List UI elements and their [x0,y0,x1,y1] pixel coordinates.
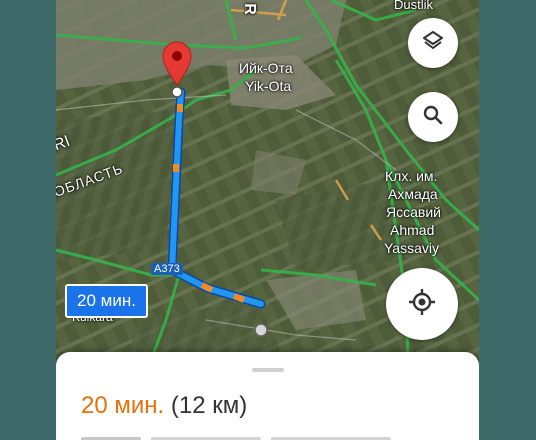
route-start-dot [171,86,183,98]
route-end-dot [254,323,268,337]
map-label-kolkhoz-line4: Ahmad [390,222,435,238]
map-label-kolkhoz-line2: Ахмада [388,186,438,202]
drag-handle[interactable] [252,368,284,372]
layers-icon [421,29,445,58]
map-label-kolkhoz-line5: Yassaviy [384,240,439,256]
map-label-yik-ota-latin: Yik-Ota [245,78,292,94]
map-label-kolkhoz-line1: Клх. им. [385,168,438,184]
my-location-icon [407,287,437,322]
layers-button[interactable] [408,18,458,68]
road-number-label: A373 [151,263,183,275]
route-summary: 20 мин. (12 км) [81,392,247,420]
search-button[interactable] [408,92,458,142]
route-duration: 20 мин. [81,392,165,419]
route-distance: (12 км) [170,392,248,419]
map-screen: Dustlik R RI Ийк-Ота Yik-Ota ОБЛАСТЬ Клх… [56,0,479,440]
map-label-yik-ota-cyrillic: Ийк-Ота [239,60,293,76]
map-label-r: R [240,3,258,15]
map-label-kolkhoz-line3: Яссавий [386,204,441,220]
my-location-button[interactable] [386,268,458,340]
route-eta-badge[interactable]: 20 мин. [65,284,148,318]
map-label-dustlik: Dustlik [394,0,434,12]
directions-bottom-sheet[interactable]: 20 мин. (12 км) [56,352,479,440]
route-subtitle-partial [81,432,411,440]
search-icon [421,103,445,132]
